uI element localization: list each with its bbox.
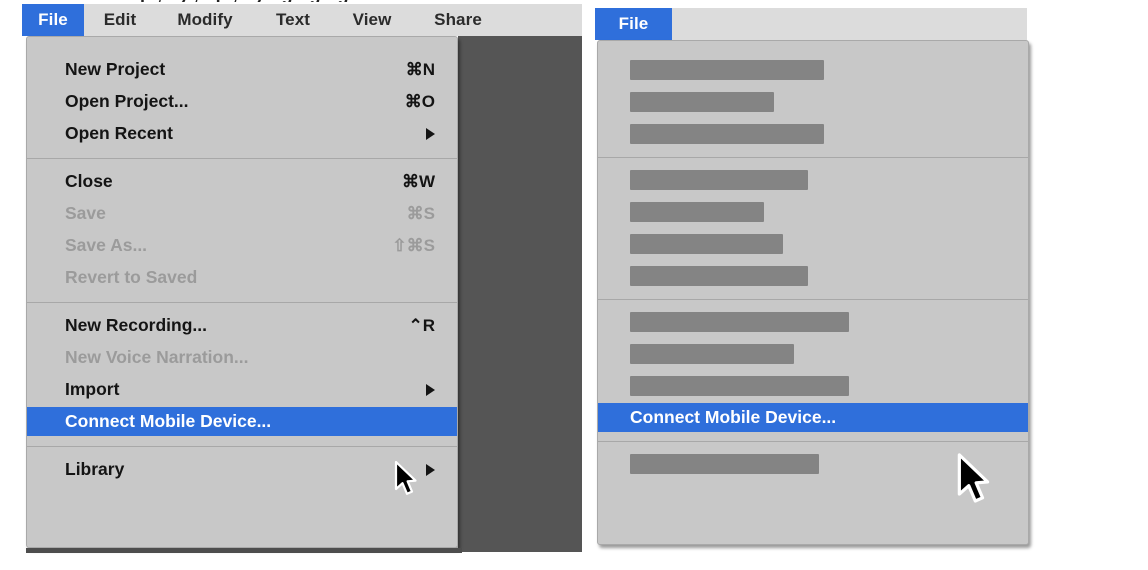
menu-item-label: Revert to Saved bbox=[65, 267, 198, 287]
placeholder-bar bbox=[630, 343, 794, 364]
placeholder-bar bbox=[630, 265, 808, 286]
placeholder-bar bbox=[630, 169, 808, 190]
menu-separator bbox=[598, 299, 1028, 300]
menu-item-shortcut: ⌘N bbox=[405, 59, 435, 79]
menu-separator bbox=[27, 446, 457, 447]
menu-item-label: Save bbox=[65, 203, 106, 223]
menubar-item-modify[interactable]: Modify bbox=[156, 4, 254, 36]
menu-item-placeholder[interactable] bbox=[598, 339, 1028, 368]
menu-item-label: Library bbox=[65, 459, 125, 479]
menu-item-placeholder[interactable] bbox=[598, 165, 1028, 194]
menu-item-label: New Recording... bbox=[65, 315, 207, 335]
menu-item-library[interactable]: Library bbox=[27, 455, 457, 484]
menu-separator bbox=[27, 302, 457, 303]
menu-item-label: Connect Mobile Device... bbox=[65, 411, 272, 431]
menu-separator bbox=[598, 441, 1028, 442]
menu-item-label: Import bbox=[65, 379, 120, 399]
menubar-item-file[interactable]: File bbox=[22, 4, 84, 36]
menubar-item-share[interactable]: Share bbox=[412, 4, 504, 36]
menubar-item-text[interactable]: Text bbox=[254, 4, 332, 36]
menu-item-shortcut: ⌘W bbox=[401, 171, 435, 191]
placeholder-bar bbox=[630, 233, 783, 254]
menu-item-revert-to-saved: Revert to Saved bbox=[27, 263, 457, 292]
menu-item-import[interactable]: Import bbox=[27, 375, 457, 404]
submenu-arrow-icon bbox=[426, 127, 435, 140]
menu-item-placeholder[interactable] bbox=[598, 449, 1028, 478]
menu-item-placeholder[interactable] bbox=[598, 119, 1028, 148]
menubar-item-edit[interactable]: Edit bbox=[84, 4, 156, 36]
menu-item-label: New Project bbox=[65, 59, 166, 79]
file-menu-dropdown: New Project ⌘N Open Project... ⌘O Open Recen… bbox=[26, 36, 458, 548]
placeholder-bar bbox=[630, 123, 824, 144]
menu-item-connect-mobile-device[interactable]: Connect Mobile Device... bbox=[27, 407, 457, 436]
placeholder-bar bbox=[630, 375, 849, 396]
menu-separator bbox=[27, 158, 457, 159]
menubar-item-file[interactable]: File bbox=[595, 8, 672, 40]
menu-item-open-project[interactable]: Open Project... ⌘O bbox=[27, 87, 457, 116]
placeholder-bar bbox=[630, 311, 849, 332]
menu-item-connect-mobile-device[interactable]: Connect Mobile Device... bbox=[598, 403, 1028, 432]
placeholder-bar bbox=[630, 59, 824, 80]
left-dropdown-shadow bbox=[26, 548, 462, 553]
menu-item-shortcut: ⇧⌘S bbox=[392, 235, 435, 255]
menu-item-open-recent[interactable]: Open Recent bbox=[27, 119, 457, 148]
menu-item-save-as: Save As... ⇧⌘S bbox=[27, 231, 457, 260]
menu-item-placeholder[interactable] bbox=[598, 55, 1028, 84]
file-menu-dropdown-abstract: Connect Mobile Device... bbox=[597, 40, 1029, 545]
left-menubar: File Edit Modify Text View Share bbox=[22, 4, 582, 36]
menu-item-label: Open Project... bbox=[65, 91, 189, 111]
menubar-item-view[interactable]: View bbox=[332, 4, 412, 36]
menu-item-new-voice-narration: New Voice Narration... bbox=[27, 343, 457, 372]
menu-item-label: New Voice Narration... bbox=[65, 347, 249, 367]
menu-item-label: Connect Mobile Device... bbox=[630, 407, 837, 427]
right-menubar: File bbox=[595, 8, 1027, 40]
menu-item-placeholder[interactable] bbox=[598, 371, 1028, 400]
menu-item-label: Open Recent bbox=[65, 123, 173, 143]
menu-item-label: Close bbox=[65, 171, 113, 191]
menu-item-close[interactable]: Close ⌘W bbox=[27, 167, 457, 196]
menu-item-shortcut: ⌘O bbox=[404, 91, 435, 111]
menu-item-placeholder[interactable] bbox=[598, 87, 1028, 116]
menu-item-placeholder[interactable] bbox=[598, 307, 1028, 336]
menu-item-placeholder[interactable] bbox=[598, 229, 1028, 258]
left-panel-backdrop bbox=[458, 36, 582, 552]
submenu-arrow-icon bbox=[426, 463, 435, 476]
submenu-arrow-icon bbox=[426, 383, 435, 396]
menu-item-save: Save ⌘S bbox=[27, 199, 457, 228]
menu-item-shortcut: ⌃R bbox=[408, 315, 435, 335]
menu-item-placeholder[interactable] bbox=[598, 197, 1028, 226]
menu-item-new-recording[interactable]: New Recording... ⌃R bbox=[27, 311, 457, 340]
menu-item-placeholder[interactable] bbox=[598, 261, 1028, 290]
placeholder-bar bbox=[630, 453, 819, 474]
placeholder-bar bbox=[630, 91, 774, 112]
clipped-caption-text: p, y, p, y g g g bbox=[140, 0, 1020, 2]
placeholder-bar bbox=[630, 201, 764, 222]
menu-item-label: Save As... bbox=[65, 235, 148, 255]
menu-item-new-project[interactable]: New Project ⌘N bbox=[27, 55, 457, 84]
menu-separator bbox=[598, 157, 1028, 158]
menu-item-shortcut: ⌘S bbox=[406, 203, 435, 223]
